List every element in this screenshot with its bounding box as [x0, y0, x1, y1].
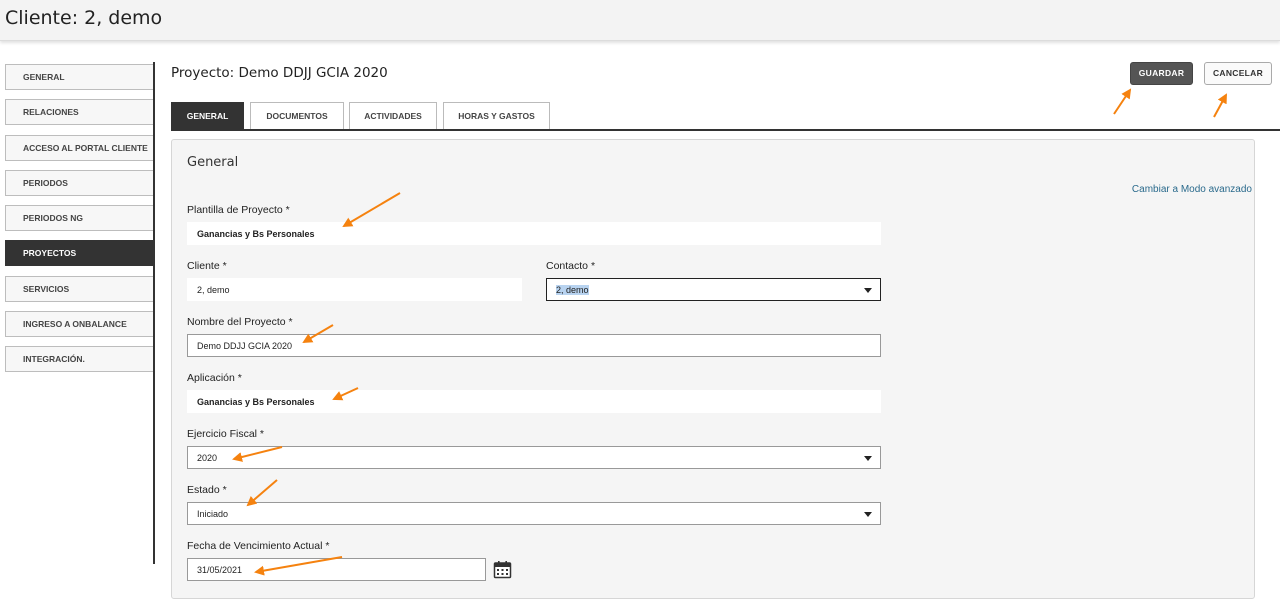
sidebar-divider: [153, 62, 155, 564]
sidebar-item-periodos-ng[interactable]: PERIODOS NG: [5, 205, 154, 232]
sidebar-item-proyectos[interactable]: PROYECTOS: [5, 240, 154, 267]
general-panel: [171, 139, 1255, 599]
chevron-down-icon: [864, 288, 872, 293]
page-title: Cliente: 2, demo: [5, 7, 163, 29]
nombre-label: Nombre del Proyecto *: [187, 316, 293, 328]
chevron-down-icon: [864, 512, 872, 517]
advanced-mode-link[interactable]: Cambiar a Modo avanzado: [1132, 184, 1252, 195]
project-title: Proyecto: Demo DDJJ GCIA 2020: [171, 65, 388, 81]
ejercicio-select[interactable]: 2020: [187, 446, 881, 469]
tab-actividades[interactable]: ACTIVIDADES: [349, 102, 437, 129]
sidebar-item-integracion[interactable]: INTEGRACIÓN.: [5, 346, 154, 373]
sidebar-item-relaciones[interactable]: RELACIONES: [5, 99, 154, 126]
estado-label: Estado *: [187, 484, 227, 496]
cliente-label: Cliente *: [187, 260, 227, 272]
calendar-icon[interactable]: [493, 560, 512, 579]
fecha-input[interactable]: 31/05/2021: [187, 558, 486, 581]
cancel-button[interactable]: CANCELAR: [1204, 62, 1272, 85]
sidebar-item-acceso-portal[interactable]: ACCESO AL PORTAL CLIENTE: [5, 134, 154, 161]
sidebar-item-ingreso-onbalance[interactable]: INGRESO A ONBALANCE: [5, 311, 154, 338]
arrow-save: [1113, 88, 1132, 115]
estado-select[interactable]: Iniciado: [187, 502, 881, 525]
tabs-underline: [171, 129, 1280, 131]
fecha-label: Fecha de Vencimiento Actual *: [187, 540, 330, 552]
section-title: General: [187, 155, 239, 170]
cliente-field: 2, demo: [187, 278, 522, 301]
nombre-input[interactable]: Demo DDJJ GCIA 2020: [187, 334, 881, 357]
tab-horas-gastos[interactable]: HORAS Y GASTOS: [443, 102, 550, 129]
estado-selected-value: Iniciado: [197, 509, 229, 519]
contacto-label: Contacto *: [546, 260, 596, 272]
aplicacion-label: Aplicación *: [187, 372, 242, 384]
contacto-selected-value: 2, demo: [556, 285, 589, 295]
arrow-cancel: [1213, 93, 1227, 118]
plantilla-label: Plantilla de Proyecto *: [187, 204, 290, 216]
contacto-select[interactable]: 2, demo: [546, 278, 881, 301]
sidebar-nav: GENERAL RELACIONES ACCESO AL PORTAL CLIE…: [5, 64, 154, 382]
plantilla-field: Ganancias y Bs Personales: [187, 222, 881, 245]
sidebar-item-periodos[interactable]: PERIODOS: [5, 169, 154, 196]
aplicacion-field: Ganancias y Bs Personales: [187, 390, 881, 413]
chevron-down-icon: [864, 456, 872, 461]
tab-general[interactable]: GENERAL: [171, 102, 244, 129]
save-button[interactable]: GUARDAR: [1130, 62, 1193, 85]
top-bar: Cliente: 2, demo: [0, 0, 1280, 41]
tab-documentos[interactable]: DOCUMENTOS: [250, 102, 344, 129]
sidebar-item-general[interactable]: GENERAL: [5, 64, 154, 90]
sidebar-item-servicios[interactable]: SERVICIOS: [5, 275, 154, 302]
ejercicio-label: Ejercicio Fiscal *: [187, 428, 265, 440]
ejercicio-selected-value: 2020: [197, 453, 218, 463]
